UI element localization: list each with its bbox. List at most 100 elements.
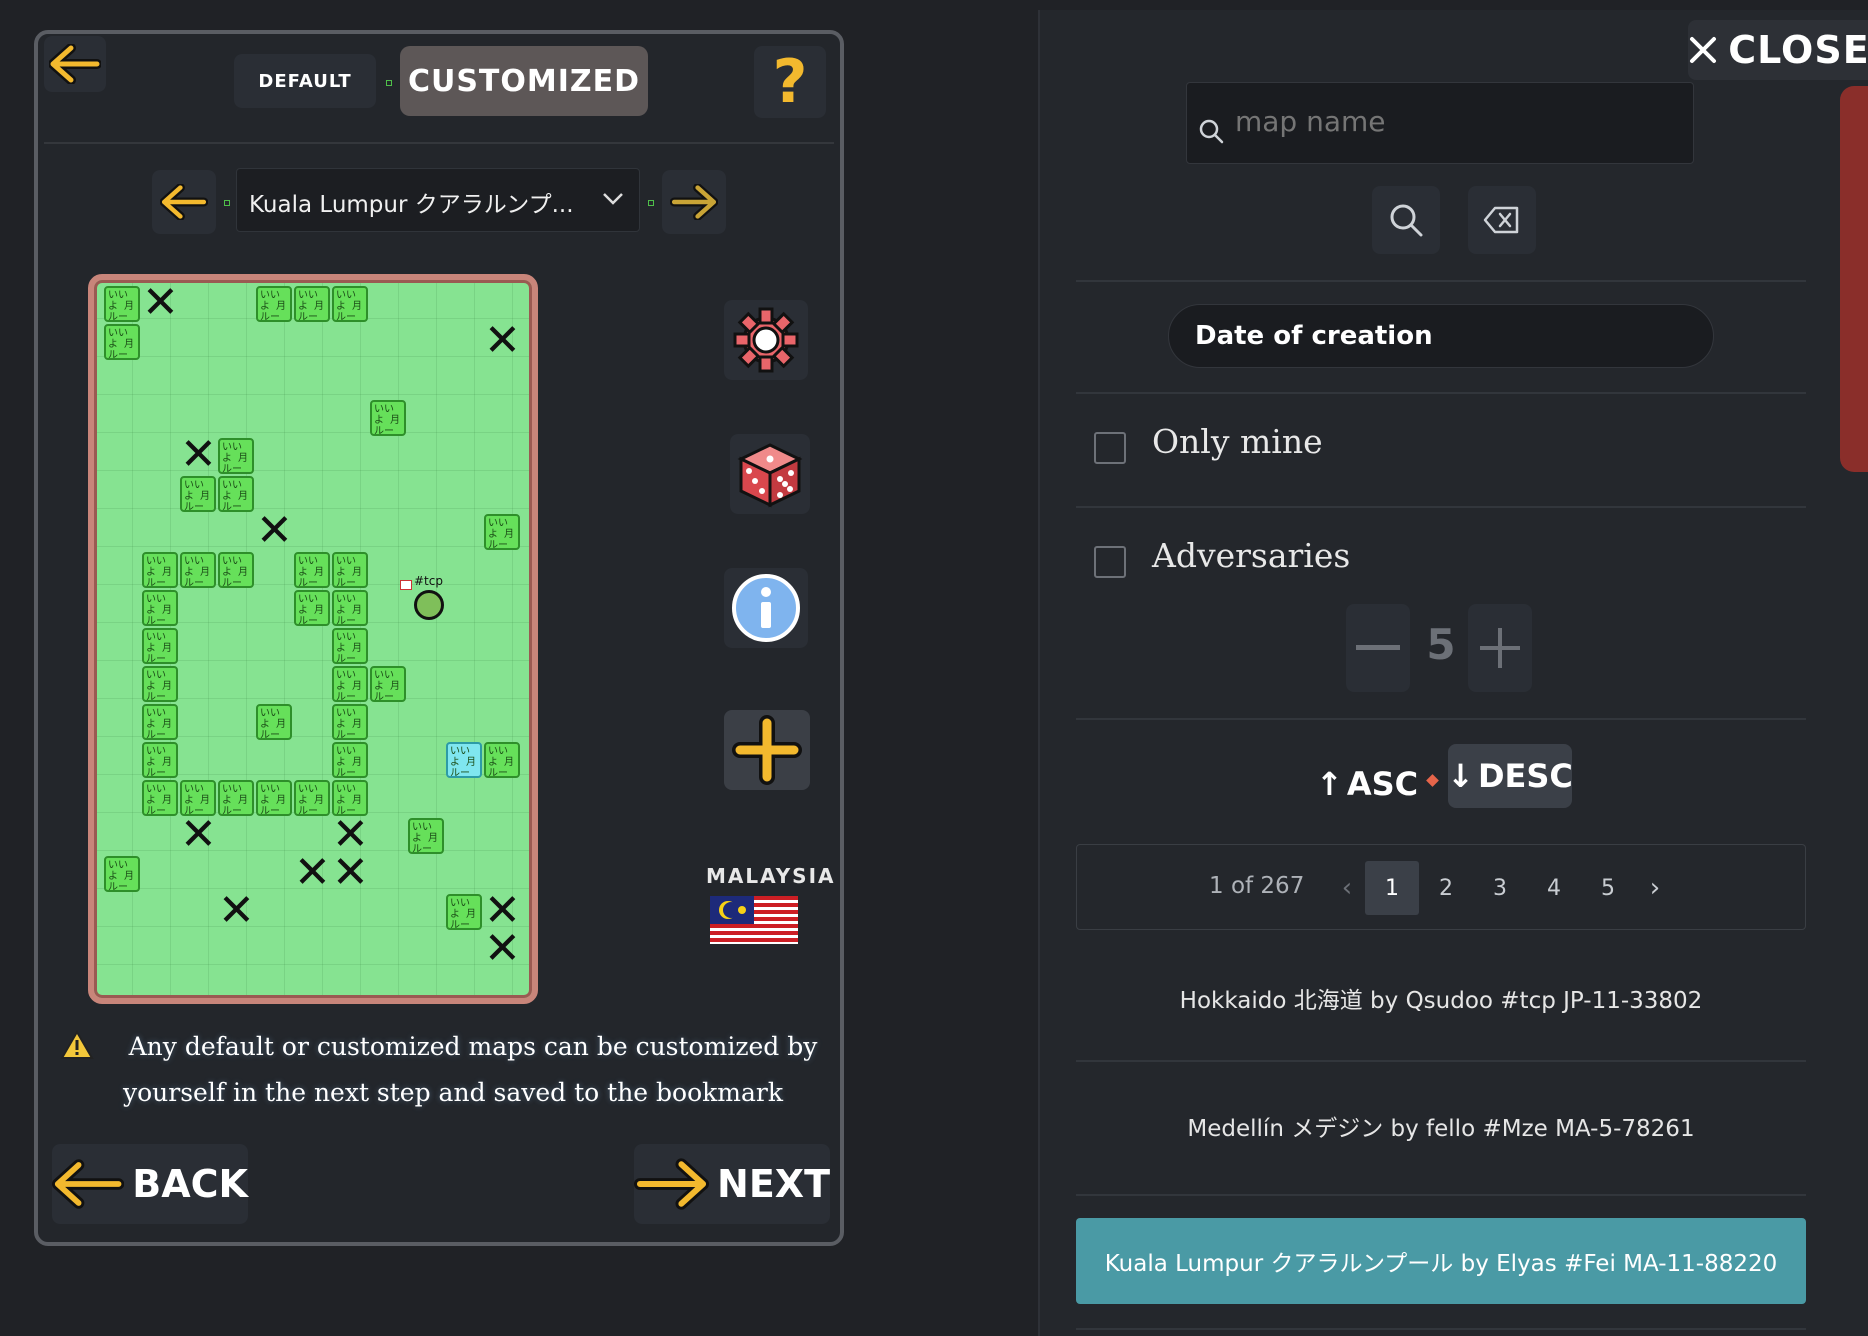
board-tile[interactable]: いいよ 月ルーブ: [218, 552, 254, 588]
only-mine-checkbox[interactable]: [1094, 432, 1126, 464]
board-tile[interactable]: いいよ 月ルーブ: [484, 742, 520, 778]
search-input[interactable]: [1233, 101, 1673, 141]
game-panel: DEFAULT CUSTOMIZED ? Kuala Lumpur クアラルンプ…: [34, 30, 844, 1246]
arrow-up-icon: ↑: [1316, 765, 1343, 803]
next-button[interactable]: NEXT: [634, 1144, 830, 1224]
blocked-cell-x-mark[interactable]: ✕: [180, 813, 217, 857]
board-tile[interactable]: いいよ 月ルーブ: [104, 286, 140, 322]
board-tile[interactable]: いいよ 月ルーブ: [294, 780, 330, 816]
board-tile[interactable]: いいよ 月ルーブ: [218, 438, 254, 474]
page-3-button[interactable]: 3: [1473, 861, 1527, 915]
board-tile-special[interactable]: いいよ 月ルーブ: [446, 742, 482, 778]
board-tile[interactable]: いいよ 月ルーブ: [332, 590, 368, 626]
page-4-button[interactable]: 4: [1527, 861, 1581, 915]
notice-text: Any default or customized maps can be cu…: [122, 1032, 818, 1107]
settings-button[interactable]: [724, 300, 808, 380]
board-tile[interactable]: いいよ 月ルーブ: [332, 286, 368, 322]
board-tile[interactable]: いいよ 月ルーブ: [142, 552, 178, 588]
clear-search-button[interactable]: [1468, 186, 1536, 254]
blocked-cell-x-mark[interactable]: ✕: [218, 889, 255, 933]
back-button[interactable]: BACK: [52, 1144, 248, 1224]
board-tile[interactable]: いいよ 月ルーブ: [104, 324, 140, 360]
mode-customized-button[interactable]: CUSTOMIZED: [400, 46, 648, 116]
adversaries-checkbox[interactable]: [1094, 546, 1126, 578]
japan-flag-icon: [400, 580, 412, 590]
help-button[interactable]: ?: [754, 46, 826, 118]
adversaries-count: 5: [1426, 619, 1456, 669]
blocked-cell-x-mark[interactable]: ✕: [142, 281, 179, 325]
board-tile[interactable]: いいよ 月ルーブ: [332, 742, 368, 778]
board-tile[interactable]: いいよ 月ルーブ: [142, 666, 178, 702]
board-tile[interactable]: いいよ 月ルーブ: [332, 628, 368, 664]
page-2-button[interactable]: 2: [1419, 861, 1473, 915]
page-1-button[interactable]: 1: [1365, 861, 1419, 915]
board-tile[interactable]: いいよ 月ルーブ: [370, 400, 406, 436]
mode-default-button[interactable]: DEFAULT: [234, 54, 376, 108]
board-tile[interactable]: いいよ 月ルーブ: [142, 742, 178, 778]
board-tile[interactable]: いいよ 月ルーブ: [218, 780, 254, 816]
asc-button[interactable]: ↑ ASC: [1316, 754, 1418, 814]
board-tile[interactable]: いいよ 月ルーブ: [370, 666, 406, 702]
separator-dot: [386, 80, 392, 86]
arrow-down-icon: ↓: [1447, 757, 1474, 795]
top-back-button[interactable]: [44, 36, 106, 92]
board-tile[interactable]: いいよ 月ルーブ: [180, 552, 216, 588]
separator-dot: [1426, 774, 1439, 787]
board-tile[interactable]: いいよ 月ルーブ: [332, 666, 368, 702]
board-tile[interactable]: いいよ 月ルーブ: [294, 286, 330, 322]
board-tile[interactable]: いいよ 月ルーブ: [142, 780, 178, 816]
blocked-cell-x-mark[interactable]: ✕: [294, 851, 331, 895]
desc-label: DESC: [1477, 757, 1573, 795]
board-tile[interactable]: いいよ 月ルーブ: [142, 704, 178, 740]
backspace-icon: [1483, 206, 1519, 234]
blocked-cell-x-mark[interactable]: ✕: [484, 319, 521, 363]
arrow-left-icon: [160, 184, 208, 220]
next-map-button[interactable]: [662, 170, 726, 234]
prev-map-button[interactable]: [152, 170, 216, 234]
adversaries-increment-button[interactable]: [1468, 604, 1532, 692]
prev-page-button[interactable]: ‹: [1327, 861, 1367, 915]
board-tile[interactable]: いいよ 月ルーブ: [408, 818, 444, 854]
board-tile[interactable]: いいよ 月ルーブ: [142, 628, 178, 664]
board-tile[interactable]: いいよ 月ルーブ: [218, 476, 254, 512]
blocked-cell-x-mark[interactable]: ✕: [332, 851, 369, 895]
random-map-button[interactable]: [730, 434, 810, 514]
map-browser-panel: CLOSE Date of creation Only mine Adversa…: [1038, 10, 1868, 1336]
next-page-button[interactable]: ›: [1635, 861, 1675, 915]
search-button[interactable]: [1372, 186, 1440, 254]
desc-button[interactable]: ↓ DESC: [1447, 744, 1573, 808]
page-5-button[interactable]: 5: [1581, 861, 1635, 915]
board-tile[interactable]: いいよ 月ルーブ: [332, 704, 368, 740]
blocked-cell-x-mark[interactable]: ✕: [484, 927, 521, 971]
board-tile[interactable]: いいよ 月ルーブ: [256, 704, 292, 740]
blocked-cell-x-mark[interactable]: ✕: [256, 509, 293, 553]
board-tile[interactable]: いいよ 月ルーブ: [446, 894, 482, 930]
map-select[interactable]: Kuala Lumpur クアラルンプ...: [236, 168, 640, 232]
search-field[interactable]: [1186, 82, 1694, 164]
sort-select[interactable]: Date of creation: [1168, 304, 1714, 368]
divider: [1076, 280, 1806, 282]
board-tile[interactable]: いいよ 月ルーブ: [484, 514, 520, 550]
map-result-item-selected[interactable]: Kuala Lumpur クアラルンプール by Elyas #Fei MA-1…: [1076, 1218, 1806, 1304]
info-button[interactable]: [724, 568, 808, 648]
next-label: NEXT: [717, 1162, 830, 1206]
adversaries-decrement-button[interactable]: [1346, 604, 1410, 692]
board-tile[interactable]: いいよ 月ルーブ: [332, 552, 368, 588]
close-button[interactable]: CLOSE: [1688, 20, 1868, 80]
player-token[interactable]: #tcp: [400, 574, 450, 622]
map-result-item[interactable]: Medellín メデジン by fello #Mze MA-5-78261: [1076, 1062, 1806, 1190]
divider: [1076, 1328, 1806, 1330]
add-map-button[interactable]: [724, 710, 810, 790]
back-label: BACK: [132, 1162, 248, 1206]
board-tile[interactable]: いいよ 月ルーブ: [256, 780, 292, 816]
board-tile[interactable]: いいよ 月ルーブ: [256, 286, 292, 322]
board-tile[interactable]: いいよ 月ルーブ: [142, 590, 178, 626]
board-tile[interactable]: いいよ 月ルーブ: [180, 476, 216, 512]
board-tile[interactable]: いいよ 月ルーブ: [294, 552, 330, 588]
board-tile[interactable]: いいよ 月ルーブ: [294, 590, 330, 626]
map-result-item[interactable]: Hokkaido 北海道 by Qsudoo #tcp JP-11-33802: [1076, 940, 1806, 1056]
board-tile[interactable]: いいよ 月ルーブ: [104, 856, 140, 892]
game-board[interactable]: いいよ 月ルーブいいよ 月ルーブいいよ 月ルーブいいよ 月ルーブいいよ 月ルーブ…: [88, 274, 538, 1004]
board-cells: いいよ 月ルーブいいよ 月ルーブいいよ 月ルーブいいよ 月ルーブいいよ 月ルーブ…: [94, 280, 532, 998]
blocked-cell-x-mark[interactable]: ✕: [180, 433, 217, 477]
